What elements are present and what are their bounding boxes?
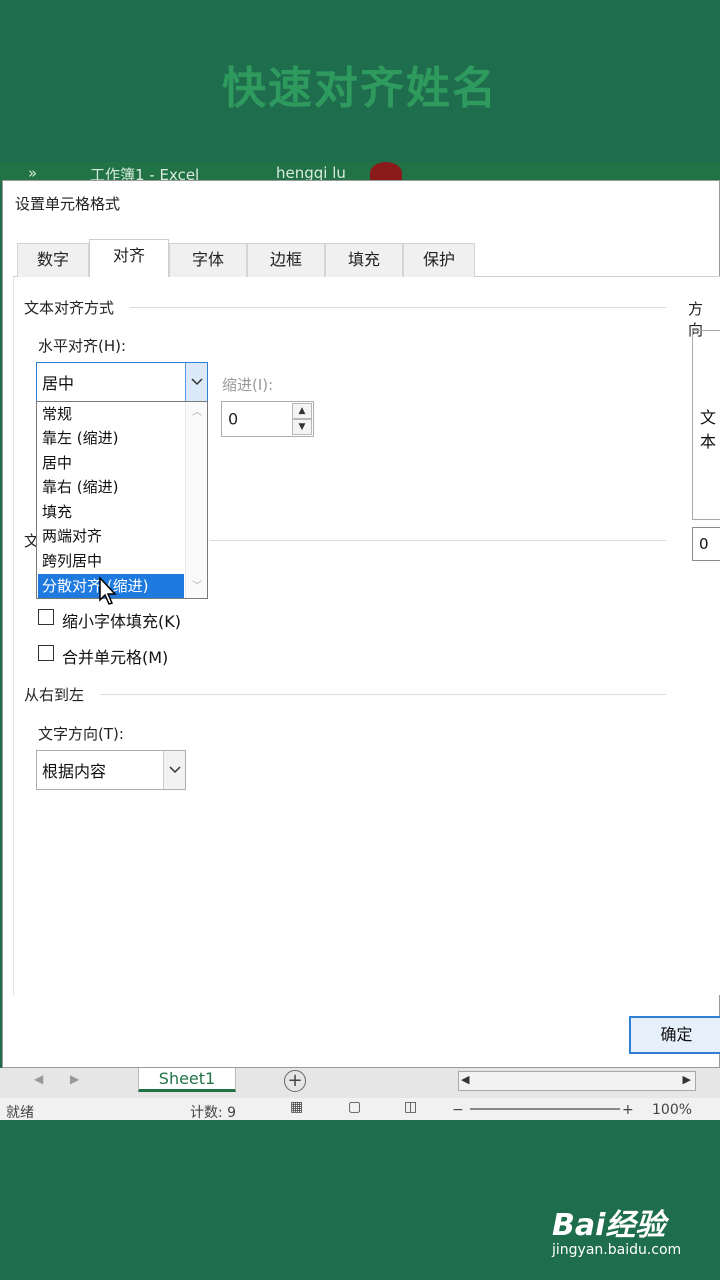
shrink-to-fit-label: 缩小字体填充(K) [62, 612, 181, 631]
section-divider [130, 307, 666, 308]
horizontal-align-label: 水平对齐(H): [38, 337, 127, 355]
scroll-right-icon[interactable]: ▶ [683, 1073, 691, 1086]
option-general[interactable]: 常规 [38, 402, 184, 426]
watermark-url: jingyan.baidu.com [552, 1242, 682, 1258]
watermark-brand: Bai经验 [552, 1208, 666, 1243]
zoom-slider[interactable] [470, 1108, 620, 1110]
sheet-tab[interactable]: Sheet1 [138, 1068, 236, 1092]
option-right-indent[interactable]: 靠右 (缩进) [38, 475, 184, 499]
indent-value: 0 [228, 409, 239, 429]
scroll-left-icon[interactable]: ◀ [461, 1073, 469, 1086]
chevron-down-icon[interactable] [163, 751, 185, 789]
normal-view-icon[interactable]: ▦ [290, 1099, 303, 1115]
degrees-input[interactable]: 0 [692, 527, 720, 561]
orientation-text-2: 本 [700, 432, 717, 451]
zoom-out-icon[interactable]: − [452, 1102, 464, 1118]
page-layout-icon[interactable]: ▢ [348, 1099, 361, 1115]
tab-protection[interactable]: 保护 [403, 243, 475, 277]
merge-cells-checkbox[interactable] [38, 645, 54, 661]
tab-bar: 数字 对齐 字体 边框 填充 保护 [13, 239, 720, 278]
sheet-nav-left-icon[interactable]: ◀ [34, 1072, 43, 1086]
dialog-title: 设置单元格格式 [15, 195, 121, 213]
spin-up-icon[interactable]: ▲ [292, 403, 312, 419]
shrink-to-fit-checkbox[interactable] [38, 609, 54, 625]
horizontal-align-select[interactable]: 居中 [36, 362, 208, 402]
option-center[interactable]: 居中 [38, 451, 184, 475]
status-bar: 就绪 计数: 9 ▦ ▢ ◫ − + 100% [0, 1098, 720, 1121]
text-direction-value: 根据内容 [42, 762, 107, 781]
section-divider [210, 540, 666, 541]
horizontal-align-value: 居中 [42, 374, 75, 393]
horizontal-scrollbar[interactable]: ◀ ▶ [458, 1071, 696, 1091]
orientation-text-1: 文 [700, 408, 717, 427]
scroll-up-icon[interactable]: ︿ [186, 404, 208, 422]
sheet-nav-right-icon[interactable]: ▶ [70, 1072, 79, 1086]
dropdown-scrollbar[interactable]: ︿ ﹀ [185, 402, 207, 598]
chevron-down-icon[interactable] [185, 363, 207, 401]
ok-button[interactable]: 确定 [629, 1016, 720, 1054]
option-justify[interactable]: 两端对齐 [38, 524, 184, 548]
banner-title: 快速对齐姓名 [222, 63, 498, 114]
status-ready: 就绪 [6, 1105, 34, 1121]
spin-down-icon[interactable]: ▼ [292, 419, 312, 435]
zoom-in-icon[interactable]: + [622, 1102, 634, 1118]
option-left-indent[interactable]: 靠左 (缩进) [38, 426, 184, 450]
add-sheet-icon[interactable]: + [284, 1070, 306, 1092]
tab-alignment[interactable]: 对齐 [89, 239, 169, 278]
section-rtl: 从右到左 [24, 684, 91, 705]
page-break-icon[interactable]: ◫ [404, 1099, 417, 1115]
scroll-down-icon[interactable]: ﹀ [186, 578, 208, 596]
zoom-level: 100% [652, 1102, 693, 1118]
status-count: 计数: 9 [190, 1105, 237, 1121]
tab-font[interactable]: 字体 [169, 243, 247, 277]
merge-cells-label: 合并单元格(M) [62, 648, 169, 667]
tab-fill[interactable]: 填充 [325, 243, 403, 277]
section-text-alignment: 文本对齐方式 [24, 297, 121, 318]
tab-border[interactable]: 边框 [247, 243, 325, 277]
option-center-across[interactable]: 跨列居中 [38, 549, 184, 573]
option-fill[interactable]: 填充 [38, 500, 184, 524]
sheet-bar: ◀ ▶ Sheet1 + ◀ ▶ [0, 1068, 720, 1098]
baidu-jingyan-watermark: Bai经验 jingyan.baidu.com [552, 1200, 681, 1258]
tab-number[interactable]: 数字 [17, 243, 89, 277]
cursor-icon [99, 576, 117, 605]
horizontal-align-dropdown[interactable]: 常规 靠左 (缩进) 居中 靠右 (缩进) 填充 两端对齐 跨列居中 分散对齐 … [36, 401, 208, 599]
text-direction-select[interactable]: 根据内容 [36, 750, 186, 790]
indent-label: 缩进(I): [222, 376, 274, 394]
text-direction-label: 文字方向(T): [38, 725, 124, 743]
indent-spinner[interactable]: 0 ▲ ▼ [221, 401, 314, 437]
section-divider [100, 694, 666, 695]
